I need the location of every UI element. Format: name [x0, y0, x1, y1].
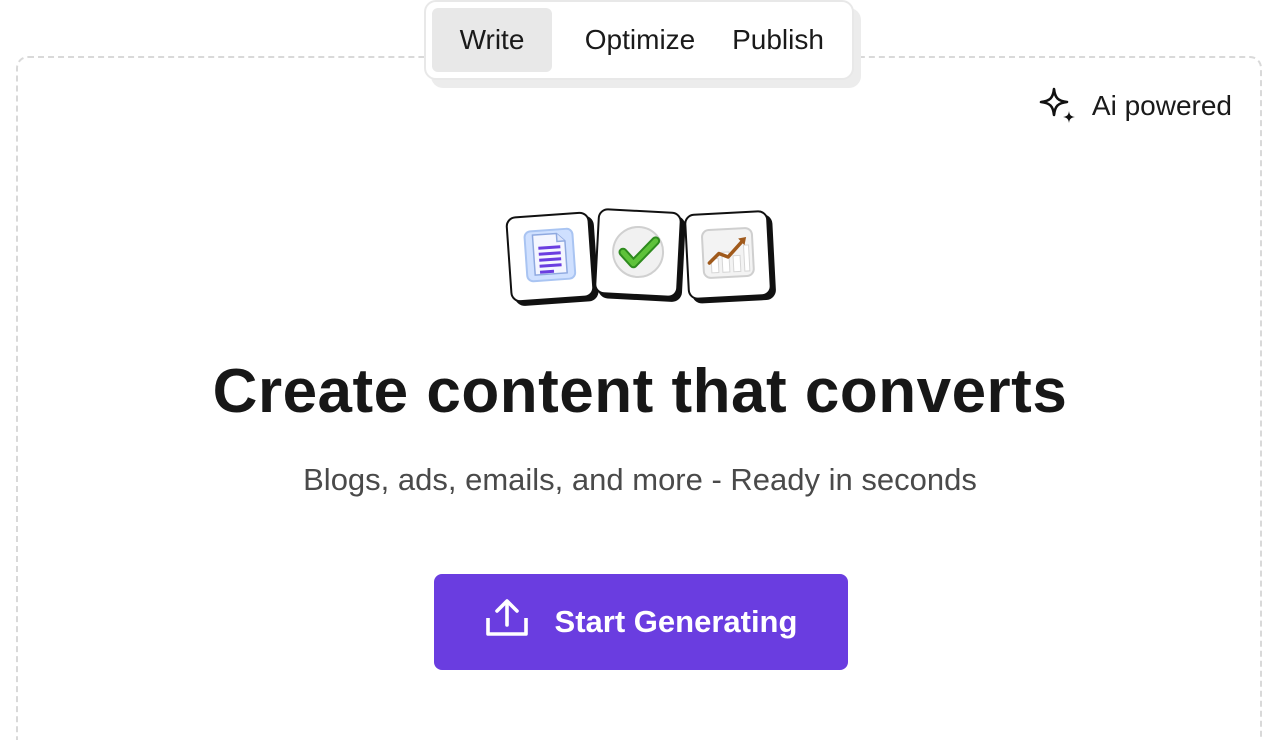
tab-publish[interactable]: Publish [728, 8, 828, 72]
document-card [505, 211, 595, 303]
ai-powered-label: Ai powered [1091, 90, 1232, 121]
start-generating-button[interactable]: Start Generating [434, 574, 848, 670]
ai-powered-badge: Ai powered [1038, 86, 1232, 126]
sparkle-icon [1038, 86, 1078, 126]
tab-switcher: Write Optimize Publish [424, 0, 854, 80]
tab-optimize[interactable]: Optimize [552, 8, 728, 72]
upload-icon [485, 598, 529, 646]
tab-write[interactable]: Write [432, 8, 552, 72]
document-icon [518, 221, 583, 292]
page-title: Create content that converts [212, 357, 1068, 426]
checkmark-icon [605, 218, 670, 288]
page: Write Optimize Publish Ai powered Create… [0, 0, 1280, 740]
start-generating-label: Start Generating [554, 604, 798, 639]
feature-icon-cards [504, 207, 784, 308]
growth-chart-icon [695, 220, 760, 290]
page-subtitle: Blogs, ads, emails, and more - Ready in … [303, 462, 977, 497]
checkmark-card [593, 207, 683, 299]
growth-chart-card [683, 209, 773, 301]
